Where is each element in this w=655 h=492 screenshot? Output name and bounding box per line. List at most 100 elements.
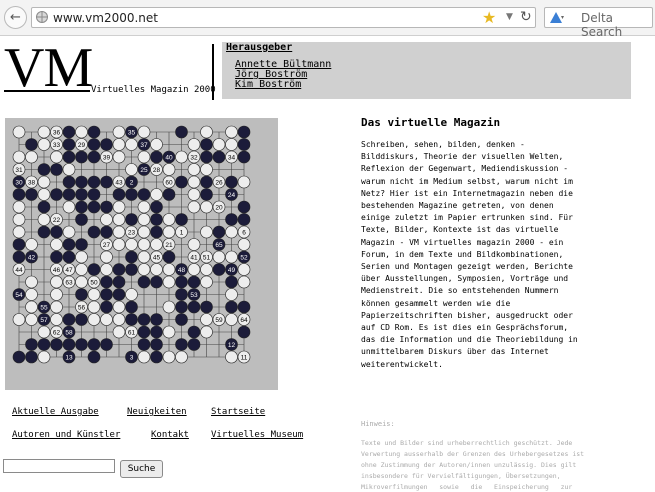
go-stone <box>75 175 88 189</box>
go-stone: 53 <box>187 288 201 301</box>
go-stone-number: 26 <box>215 179 223 186</box>
go-stone: 35 <box>125 125 138 139</box>
go-stone <box>150 188 163 201</box>
go-stone <box>112 200 126 214</box>
go-stone <box>50 250 63 264</box>
nav-link-home[interactable]: Startseite <box>211 407 265 417</box>
search-button[interactable]: Suche <box>120 460 163 478</box>
go-stone <box>200 150 213 164</box>
nav-link-authors[interactable]: Autoren und Künstler <box>12 430 120 440</box>
go-stone <box>50 163 63 176</box>
go-stone-number: 29 <box>78 142 86 149</box>
go-stone: 51 <box>200 250 213 264</box>
publishers-title[interactable]: Herausgeber <box>226 42 292 53</box>
article-line: über Ausstellungen, Symposien, Vorträge … <box>361 274 569 284</box>
go-stone <box>100 288 113 301</box>
go-stone <box>12 350 26 364</box>
go-stone <box>62 188 76 201</box>
bookmark-star-icon[interactable]: ★ <box>482 8 496 27</box>
go-stone: 11 <box>237 350 251 364</box>
go-stone: 47 <box>62 263 76 276</box>
go-stone <box>100 175 113 189</box>
go-stone <box>237 150 251 164</box>
go-stone <box>125 238 138 251</box>
go-stone <box>137 250 151 264</box>
publisher-link[interactable]: Kim Boström <box>235 79 301 90</box>
go-stone <box>112 275 126 289</box>
go-stone <box>200 163 213 176</box>
go-stone-number: 32 <box>190 154 198 161</box>
go-stone <box>225 175 238 189</box>
notice-line: Verwertung ausserhalb der Grenzen des Ur… <box>361 450 585 458</box>
go-stone <box>12 200 26 214</box>
go-stone <box>137 338 151 351</box>
go-stone <box>112 313 126 326</box>
go-stone: 39 <box>100 150 113 164</box>
go-stone <box>100 250 113 264</box>
go-stone-number: 64 <box>240 317 248 324</box>
go-stone <box>200 313 213 326</box>
go-stone <box>150 338 163 351</box>
go-stone: 48 <box>175 263 188 276</box>
go-stone: 36 <box>50 125 63 139</box>
reload-icon[interactable]: ↻ <box>520 9 532 25</box>
nav-link-museum[interactable]: Virtuelles Museum <box>211 430 303 440</box>
go-stone <box>112 150 126 164</box>
go-stone <box>237 300 251 314</box>
url-text: www.vm2000.net <box>53 11 158 25</box>
go-stone: 27 <box>100 238 113 251</box>
go-stone <box>25 350 38 364</box>
go-stone <box>137 213 151 226</box>
go-stone <box>87 225 101 239</box>
article-line: auf CD Rom. Es ist dies ein Gesprächsfor… <box>361 323 569 333</box>
go-stone <box>175 125 188 139</box>
article-line: Bilddiskurs, Theorie der visuellen Welte… <box>361 152 564 162</box>
go-stone-number: 3 <box>130 354 134 361</box>
go-stone-number: 40 <box>165 154 173 161</box>
go-stone <box>200 263 213 276</box>
address-bar[interactable]: www.vm2000.net ★ ▼ ↻ <box>31 7 536 28</box>
go-stone <box>187 325 201 339</box>
go-stone-number: 38 <box>28 179 36 186</box>
go-stone <box>75 313 88 326</box>
go-stone <box>200 138 213 151</box>
go-stone <box>75 288 88 301</box>
go-stone <box>137 200 151 214</box>
nav-link-current-issue[interactable]: Aktuelle Ausgabe <box>12 407 99 417</box>
go-stone-number: 37 <box>140 142 148 149</box>
go-stone-number: 51 <box>203 254 211 261</box>
site-search-input[interactable] <box>3 459 115 473</box>
go-stone <box>187 138 201 151</box>
go-stone-number: 6 <box>242 229 246 236</box>
globe-icon <box>36 11 48 23</box>
go-stone <box>225 300 238 314</box>
go-stone <box>187 163 201 176</box>
browser-search-input[interactable]: Delta Search <box>544 7 653 39</box>
go-stone <box>175 213 188 226</box>
go-stone: 33 <box>50 138 63 151</box>
go-stone <box>37 200 51 214</box>
notice-line: Texte und Bilder sind urheberrechtlich g… <box>361 439 573 447</box>
article-line: Medienstreit. Die so entstehenden Nummer… <box>361 286 559 296</box>
nav-link-news[interactable]: Neuigkeiten <box>127 407 187 417</box>
back-arrow-icon[interactable]: ← <box>4 6 27 29</box>
go-stone <box>12 213 26 226</box>
go-stone <box>162 275 176 289</box>
go-stone-number: 49 <box>228 267 236 274</box>
go-stone <box>225 125 238 139</box>
go-stone: 50 <box>87 275 101 289</box>
go-stone-number: 59 <box>215 317 223 324</box>
go-stone-number: 46 <box>53 267 61 274</box>
history-dropdown-icon[interactable]: ▼ <box>506 12 513 22</box>
go-stone <box>50 150 63 164</box>
go-stone <box>12 313 26 326</box>
go-stone-number: 43 <box>115 179 123 186</box>
go-stone <box>87 288 101 301</box>
go-stone <box>175 288 188 301</box>
go-stone-number: 52 <box>240 254 248 261</box>
go-stone <box>112 263 126 276</box>
go-stone <box>137 238 151 251</box>
go-stone <box>100 300 113 314</box>
go-stone: 64 <box>237 313 251 326</box>
nav-link-contact[interactable]: Kontakt <box>151 430 189 440</box>
